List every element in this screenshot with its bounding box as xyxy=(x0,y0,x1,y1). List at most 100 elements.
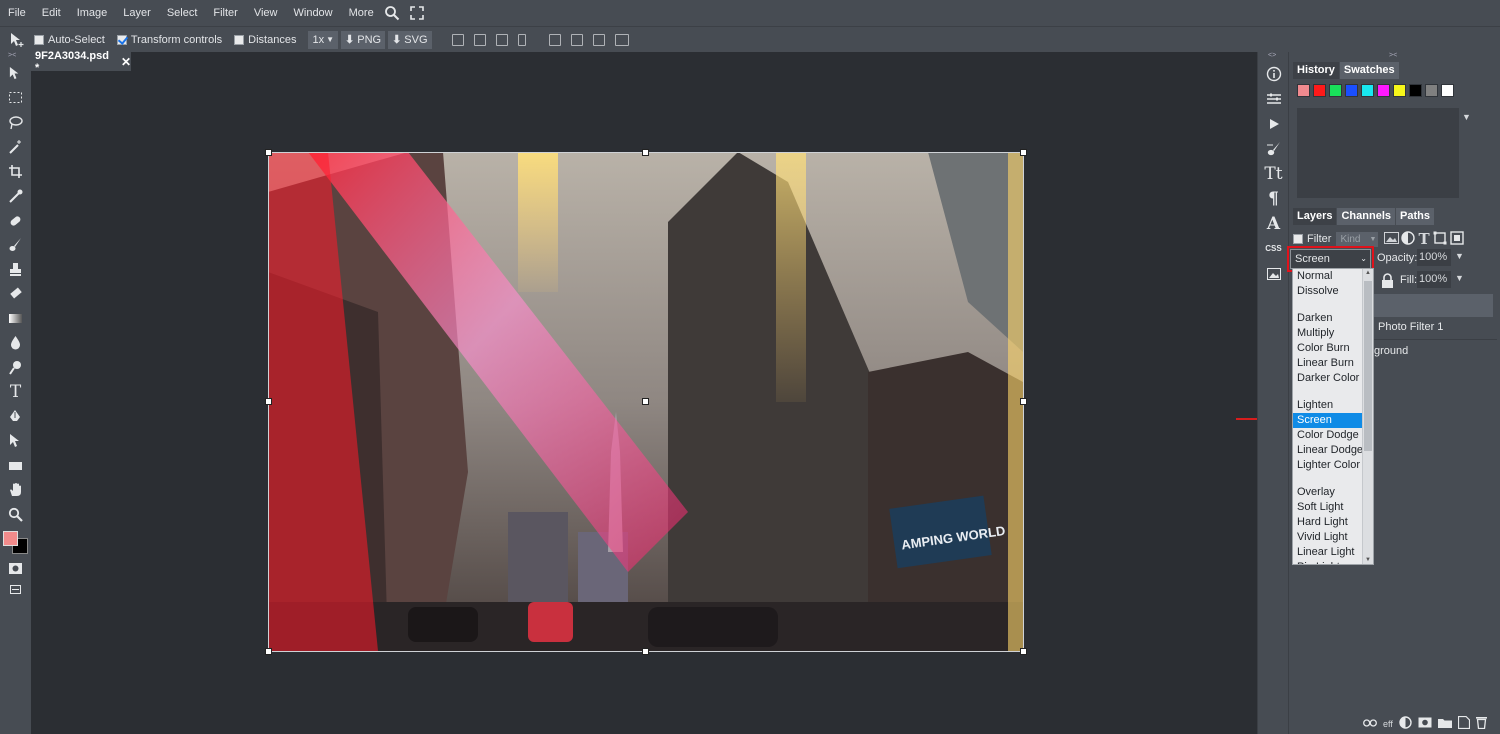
blend-option-vivid-light[interactable]: Vivid Light xyxy=(1293,530,1373,545)
color-swatch[interactable] xyxy=(1329,84,1342,97)
export-png-button[interactable]: ⬇ PNG xyxy=(341,30,386,49)
filter-type-icon[interactable]: T xyxy=(1418,230,1429,248)
tab-paths[interactable]: Paths xyxy=(1396,208,1434,225)
blend-mode-select[interactable]: Screen ⌄ xyxy=(1287,246,1374,272)
color-swatch[interactable] xyxy=(1425,84,1438,97)
blend-option-color-burn[interactable]: Color Burn xyxy=(1293,341,1373,356)
blend-option-linear-dodge[interactable]: Linear Dodge xyxy=(1293,443,1373,458)
distribute-h-icon[interactable] xyxy=(517,33,526,46)
align-left-icon[interactable] xyxy=(451,33,464,46)
brush-tool-icon[interactable] xyxy=(0,233,31,258)
close-icon[interactable]: ✕ xyxy=(121,55,131,69)
adjustments-icon[interactable] xyxy=(1258,86,1289,111)
lasso-tool-icon[interactable] xyxy=(0,110,31,135)
fill-dropdown-icon[interactable]: ▼ xyxy=(1455,273,1464,283)
layer-name[interactable]: ground xyxy=(1374,345,1408,357)
blend-option-soft-light[interactable]: Soft Light xyxy=(1293,500,1373,515)
mask-icon[interactable] xyxy=(1418,717,1432,731)
blend-option-pin-light[interactable]: Pin Light xyxy=(1293,560,1373,564)
align-top-icon[interactable] xyxy=(548,33,561,46)
glyphs-icon[interactable]: A xyxy=(1258,211,1289,236)
transform-handle[interactable] xyxy=(265,149,272,156)
magic-wand-icon[interactable] xyxy=(0,135,31,160)
menu-layer[interactable]: Layer xyxy=(115,7,159,19)
color-swatch[interactable] xyxy=(1377,84,1390,97)
pen-tool-icon[interactable] xyxy=(0,404,31,429)
scroll-down-icon[interactable]: ▼ xyxy=(1365,557,1371,563)
effects-icon[interactable]: eff xyxy=(1383,719,1393,729)
blend-option-multiply[interactable]: Multiply xyxy=(1293,326,1373,341)
tab-swatches[interactable]: Swatches xyxy=(1339,62,1399,79)
healing-brush-icon[interactable] xyxy=(0,208,31,233)
blend-option-darker-color[interactable]: Darker Color xyxy=(1293,371,1373,386)
color-swatch[interactable] xyxy=(1345,84,1358,97)
collapse-icon[interactable]: <> xyxy=(1258,52,1288,61)
dropdown-scrollbar[interactable]: ▲ ▼ xyxy=(1362,269,1373,564)
marquee-tool-icon[interactable] xyxy=(0,86,31,111)
color-swatch[interactable] xyxy=(1393,84,1406,97)
blur-tool-icon[interactable] xyxy=(0,331,31,356)
hand-tool-icon[interactable] xyxy=(0,478,31,503)
menu-edit[interactable]: Edit xyxy=(34,7,69,19)
align-right-icon[interactable] xyxy=(495,33,508,46)
transform-handle[interactable] xyxy=(1020,398,1027,405)
tab-history[interactable]: History xyxy=(1293,62,1339,79)
blend-option-lighten[interactable]: Lighten xyxy=(1293,398,1373,413)
transform-handle[interactable] xyxy=(265,398,272,405)
blend-option-darken[interactable]: Darken xyxy=(1293,311,1373,326)
color-swatch[interactable] xyxy=(1361,84,1374,97)
foreground-color-swatch[interactable] xyxy=(3,530,18,546)
filter-image-icon[interactable] xyxy=(1384,231,1400,247)
blend-option-lighter-color[interactable]: Lighter Color xyxy=(1293,458,1373,473)
dodge-tool-icon[interactable] xyxy=(0,355,31,380)
move-tool-icon[interactable] xyxy=(0,61,31,86)
menu-window[interactable]: Window xyxy=(286,7,341,19)
color-swatch[interactable] xyxy=(1409,84,1422,97)
align-center-h-icon[interactable] xyxy=(473,33,486,46)
menu-more[interactable]: More xyxy=(341,7,382,19)
trash-icon[interactable] xyxy=(1475,716,1487,732)
opacity-dropdown-icon[interactable]: ▼ xyxy=(1455,251,1464,261)
zoom-tool-icon[interactable] xyxy=(0,502,31,527)
blend-option-overlay[interactable]: Overlay xyxy=(1293,485,1373,500)
auto-select-checkbox[interactable]: Auto-Select xyxy=(34,34,105,46)
blend-option-linear-burn[interactable]: Linear Burn xyxy=(1293,356,1373,371)
shape-tool-icon[interactable] xyxy=(0,453,31,478)
play-icon[interactable] xyxy=(1258,111,1289,136)
fill-field[interactable]: 100% xyxy=(1417,271,1451,288)
kind-select[interactable]: Kind ▼ xyxy=(1336,231,1379,247)
adjustment-layer-icon[interactable] xyxy=(1399,716,1412,732)
color-swatch[interactable] xyxy=(1297,84,1310,97)
transform-handle[interactable] xyxy=(642,149,649,156)
search-icon[interactable] xyxy=(384,5,400,21)
menu-file[interactable]: File xyxy=(0,7,34,19)
blend-option-color-dodge[interactable]: Color Dodge xyxy=(1293,428,1373,443)
screen-mode-icon[interactable] xyxy=(0,581,31,597)
align-center-v-icon[interactable] xyxy=(570,33,583,46)
transform-handle[interactable] xyxy=(642,398,649,405)
move-tool-icon[interactable] xyxy=(0,32,34,48)
info-icon[interactable] xyxy=(1258,61,1289,86)
quick-mask-icon[interactable] xyxy=(0,557,31,582)
blend-option-normal[interactable]: Normal xyxy=(1293,269,1373,284)
blend-option-screen[interactable]: Screen xyxy=(1293,413,1373,428)
css-icon[interactable]: CSS xyxy=(1258,236,1289,261)
image-icon[interactable] xyxy=(1258,261,1289,286)
new-layer-icon[interactable] xyxy=(1457,715,1470,732)
blend-option-linear-light[interactable]: Linear Light xyxy=(1293,545,1373,560)
path-select-icon[interactable] xyxy=(0,429,31,454)
link-icon[interactable] xyxy=(1363,718,1377,730)
transform-handle[interactable] xyxy=(265,648,272,655)
transform-controls-checkbox[interactable]: Transform controls xyxy=(116,34,222,46)
layer-name[interactable]: Photo Filter 1 xyxy=(1378,321,1443,333)
tab-layers[interactable]: Layers xyxy=(1293,208,1337,225)
filter-shape-icon[interactable] xyxy=(1433,231,1447,248)
lock-icon[interactable] xyxy=(1381,273,1394,291)
menu-select[interactable]: Select xyxy=(159,7,206,19)
collapse-icon[interactable]: >< xyxy=(0,52,31,61)
align-bottom-icon[interactable] xyxy=(592,33,605,46)
type-tool-icon[interactable]: T xyxy=(0,380,31,405)
swatches-menu-icon[interactable]: ▼ xyxy=(1462,112,1471,122)
folder-icon[interactable] xyxy=(1437,717,1452,731)
fullscreen-icon[interactable] xyxy=(409,6,424,20)
